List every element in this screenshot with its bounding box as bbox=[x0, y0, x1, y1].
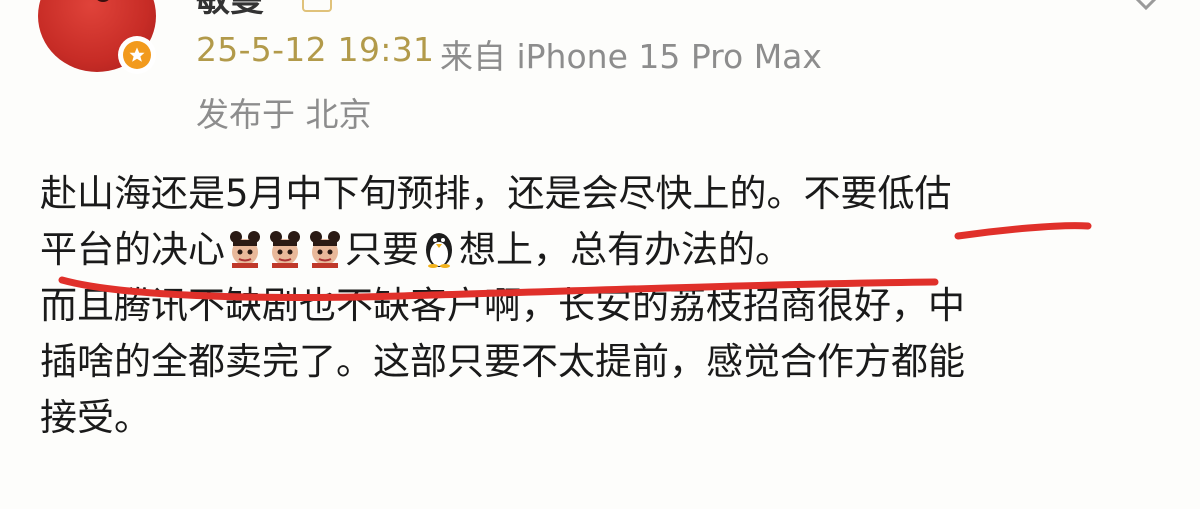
content-line-4: 插啥的全都卖完了。这部只要不太提前，感觉合作方都能 bbox=[40, 340, 965, 383]
avatar-mouth bbox=[94, 0, 112, 2]
post-content: 赴山海还是5月中下旬预排，还是会尽快上的。不要低估 平台的决心 只要 想上，总有办法… bbox=[40, 166, 1170, 446]
content-line-2-c: 想上，总有办法的。 bbox=[459, 228, 792, 271]
nezha-emoji-icon bbox=[230, 231, 260, 268]
content-line-1: 赴山海还是5月中下旬预排，还是会尽快上的。不要低估 bbox=[40, 172, 952, 215]
content-line-5: 接受。 bbox=[40, 396, 151, 439]
content-line-2: 平台的决心 只要 想上，总有办法的。 bbox=[40, 222, 1170, 278]
penguin-emoji-icon bbox=[426, 233, 452, 268]
post-location: 发布于 北京 bbox=[196, 95, 372, 134]
content-line-3: 而且腾讯不缺剧也不缺客户啊，长安的荔枝招商很好，中 bbox=[40, 284, 965, 327]
weibo-post: 敏曼 25-5-12 19:31 来自 iPhone 15 Pro Max 发布… bbox=[0, 0, 1200, 509]
chevron-down-icon[interactable] bbox=[1126, 0, 1166, 20]
nezha-emoji-icon bbox=[310, 231, 340, 268]
verified-badge-icon bbox=[118, 36, 156, 74]
content-line-2-b: 只要 bbox=[345, 228, 419, 271]
post-source: 来自 iPhone 15 Pro Max bbox=[440, 37, 822, 76]
content-line-2-a: 平台的决心 bbox=[40, 228, 225, 271]
post-time: 25-5-12 19:31 bbox=[196, 30, 435, 69]
author-name[interactable]: 敏曼 bbox=[196, 0, 264, 21]
member-icon bbox=[302, 0, 332, 12]
nezha-emoji-icon bbox=[270, 231, 300, 268]
